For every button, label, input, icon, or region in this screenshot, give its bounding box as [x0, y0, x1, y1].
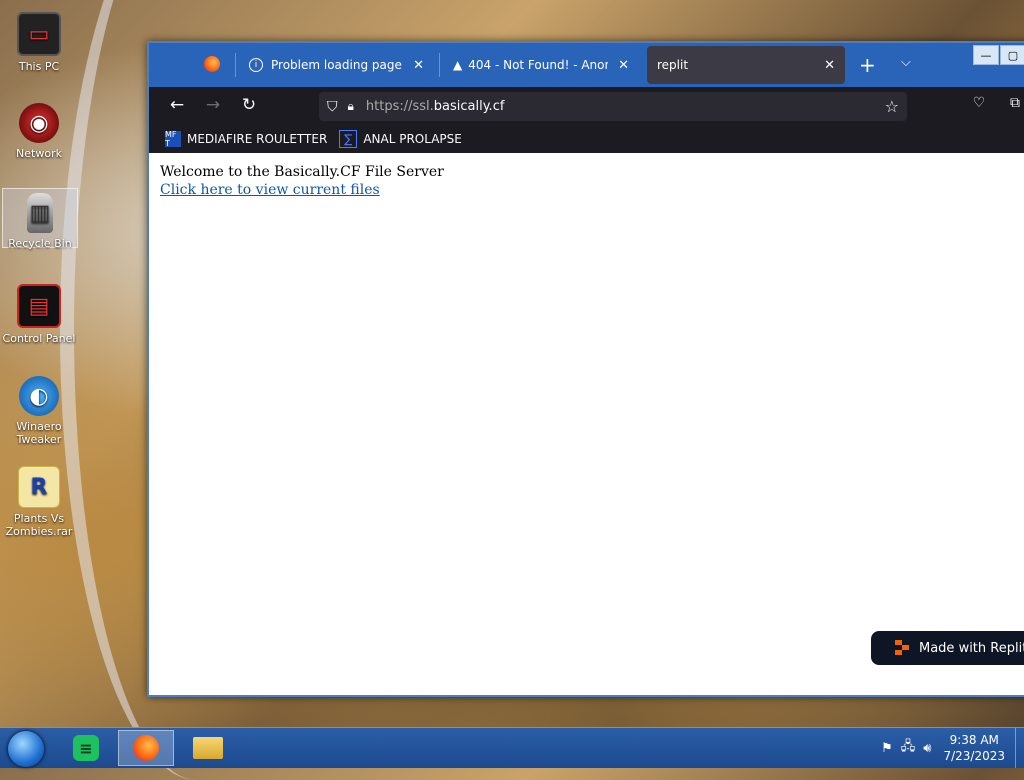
mediafire-icon: MF T [165, 130, 181, 148]
clock-date: 7/23/2023 [943, 749, 1005, 763]
sigma-icon: ∑ [339, 130, 358, 148]
volume-icon[interactable]: 🔊︎ [923, 741, 931, 756]
desktop-icon-label: Network [16, 147, 62, 160]
desktop-icon-label: Winaero Tweaker [16, 420, 62, 446]
welcome-text: Welcome to the Basically.CF File Server [160, 164, 444, 180]
url-text[interactable]: https://ssl.basically.cf [366, 99, 505, 114]
clock-time: 9:38 AM [949, 733, 999, 747]
star-icon[interactable]: ☆ [885, 97, 899, 116]
new-tab-icon[interactable]: + [859, 53, 876, 77]
desktop-icon-label: Plants Vs Zombies.rar [5, 512, 73, 538]
forward-arrow-icon[interactable]: → [201, 95, 225, 115]
desktop-icon-recycle-bin[interactable]: ▥ Recycle Bin [2, 188, 78, 250]
desktop-icon-network[interactable]: ◉ Network [2, 99, 76, 160]
notes-app-icon: ≡ [73, 735, 99, 761]
anonfiles-icon: ▲ [453, 58, 463, 72]
tab-title: Problem loading page [271, 58, 402, 72]
bookmark-mediafire-rouletter[interactable]: MF T MEDIAFIRE ROULETTER [165, 130, 328, 148]
tab-separator [235, 53, 236, 77]
navigation-toolbar: ← → ↻ ⛉ 🔒︎ https://ssl.basically.cf ☆ ♡ … [149, 87, 1024, 125]
taskbar-app-firefox[interactable] [118, 730, 174, 766]
rar-archive-icon: R [18, 466, 60, 508]
shield-icon[interactable]: ⛉ [327, 99, 338, 115]
close-icon[interactable]: ✕ [618, 58, 629, 73]
clock[interactable]: 9:38 AM 7/23/2023 [943, 732, 1005, 764]
tab-separator [439, 53, 440, 77]
desktop-icon-plants-vs-zombies[interactable]: R Plants Vs Zombies.rar [2, 462, 76, 538]
control-panel-icon: ▤ [17, 284, 61, 328]
winaero-tweaker-icon: ◐ [19, 376, 59, 416]
info-icon: i [249, 58, 263, 72]
firefox-tab-icon[interactable] [204, 56, 220, 72]
maximize-button[interactable]: ▢ [1000, 45, 1024, 65]
browser-window: i Problem loading page ✕ ▲ 404 - Not Fou… [147, 41, 1024, 697]
minimize-button[interactable]: — [973, 45, 999, 65]
firefox-icon [133, 735, 159, 761]
start-button[interactable] [8, 731, 44, 767]
bookmark-label: MEDIAFIRE ROULETTER [187, 132, 328, 146]
reload-icon[interactable]: ↻ [237, 95, 261, 115]
bookmarks-toolbar: MF T MEDIAFIRE ROULETTER ∑ ANAL PROLAPSE [149, 125, 1024, 153]
desktop-icon-label: Control Panel [2, 332, 76, 345]
show-desktop-button[interactable] [1015, 728, 1024, 768]
desktop-icon-winaero-tweaker[interactable]: ◐ Winaero Tweaker [2, 372, 76, 446]
folder-icon [193, 737, 223, 759]
close-icon[interactable]: ✕ [413, 58, 424, 73]
back-arrow-icon[interactable]: ← [165, 95, 189, 115]
bookmark-label: ANAL PROLAPSE [363, 132, 462, 146]
url-bar[interactable]: ⛉ 🔒︎ https://ssl.basically.cf ☆ [319, 92, 907, 121]
chevron-down-icon[interactable]: ⌵ [901, 55, 911, 70]
recycle-bin-icon: ▥ [27, 193, 53, 233]
desktop-icon-control-panel[interactable]: ▤ Control Panel [2, 280, 76, 345]
replit-badge[interactable]: Made with Replit [871, 631, 1024, 665]
view-files-link[interactable]: Click here to view current files [160, 182, 380, 198]
lock-icon[interactable]: 🔒︎ [348, 99, 354, 114]
url-host: basically.cf [433, 99, 505, 114]
system-tray: ⚑ 🖧︎ 🔊︎ 9:38 AM 7/23/2023 [877, 728, 1024, 768]
tab-404-anonfiles[interactable]: ▲ 404 - Not Found! - AnonFi ✕ [443, 46, 639, 84]
close-icon[interactable]: ✕ [824, 58, 835, 73]
taskbar-app-notes[interactable]: ≡ [58, 730, 114, 766]
action-center-flag-icon[interactable]: ⚑ [881, 741, 893, 756]
page-content: Welcome to the Basically.CF File Server … [149, 153, 1024, 695]
tab-title: 404 - Not Found! - AnonFi [468, 58, 609, 72]
taskbar-app-file-explorer[interactable] [180, 730, 236, 766]
tab-problem-loading[interactable]: i Problem loading page ✕ [239, 46, 434, 84]
network-icon: ◉ [19, 103, 59, 143]
desktop-icon-this-pc[interactable]: ▭ This PC [2, 8, 76, 73]
tab-bar: i Problem loading page ✕ ▲ 404 - Not Fou… [149, 43, 1024, 87]
pocket-icon[interactable]: ♡ [967, 95, 991, 111]
replit-logo-icon [895, 640, 909, 656]
taskbar: ≡ ⚑ 🖧︎ 🔊︎ 9:38 AM 7/23/2023 [0, 727, 1024, 768]
extensions-icon[interactable]: ⧉ [1003, 95, 1024, 111]
tab-replit[interactable]: replit ✕ [647, 46, 845, 84]
desktop-icon-label: This PC [18, 60, 60, 73]
network-tray-icon[interactable]: 🖧︎ [901, 737, 916, 759]
url-prefix: https://ssl. [365, 99, 434, 114]
tab-title: replit [657, 58, 689, 72]
computer-icon: ▭ [17, 12, 61, 56]
bookmark-anal-prolapse[interactable]: ∑ ANAL PROLAPSE [339, 130, 462, 148]
desktop-icon-label: Recycle Bin [8, 237, 72, 250]
replit-badge-label: Made with Replit [919, 640, 1024, 656]
